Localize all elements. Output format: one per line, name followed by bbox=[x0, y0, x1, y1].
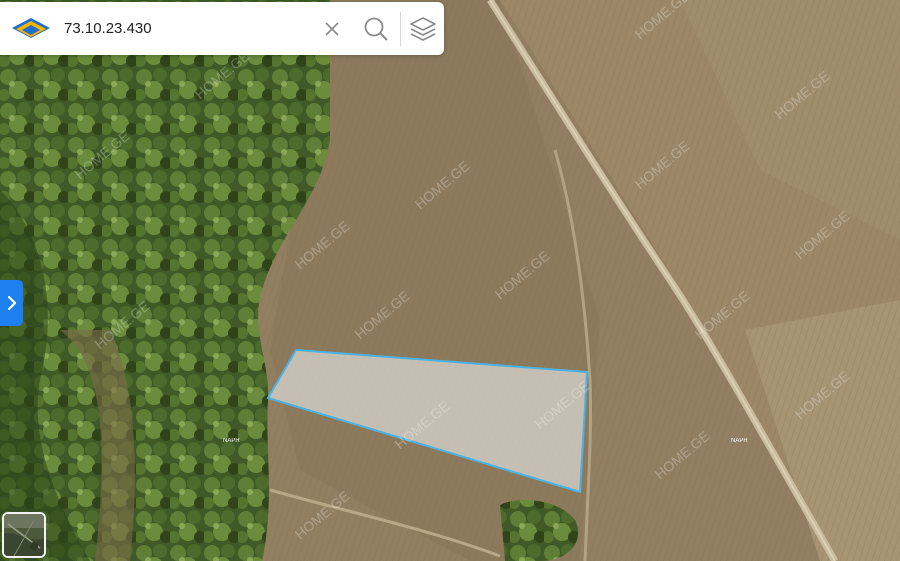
search-input[interactable] bbox=[64, 13, 304, 44]
search-bar bbox=[0, 2, 444, 55]
clear-search-button[interactable] bbox=[312, 9, 352, 49]
search-button[interactable] bbox=[356, 9, 396, 49]
sidebar-toggle-button[interactable] bbox=[0, 280, 23, 326]
satellite-thumbnail bbox=[4, 514, 44, 556]
search-icon bbox=[364, 17, 388, 41]
house-logo-icon[interactable] bbox=[12, 16, 50, 42]
napr-label-west: NAPR bbox=[223, 438, 240, 444]
napr-label-east: NAPR bbox=[731, 438, 748, 444]
close-icon bbox=[325, 21, 339, 36]
basemap-switcher[interactable] bbox=[2, 512, 46, 558]
layers-icon bbox=[410, 16, 436, 41]
satellite-map[interactable]: HOME.GE HOME.GE HOME.GE HOME.GE HOME.GE … bbox=[0, 0, 900, 561]
layers-button[interactable] bbox=[403, 9, 443, 49]
search-bar-divider bbox=[400, 11, 401, 46]
chevron-right-icon bbox=[7, 295, 16, 311]
